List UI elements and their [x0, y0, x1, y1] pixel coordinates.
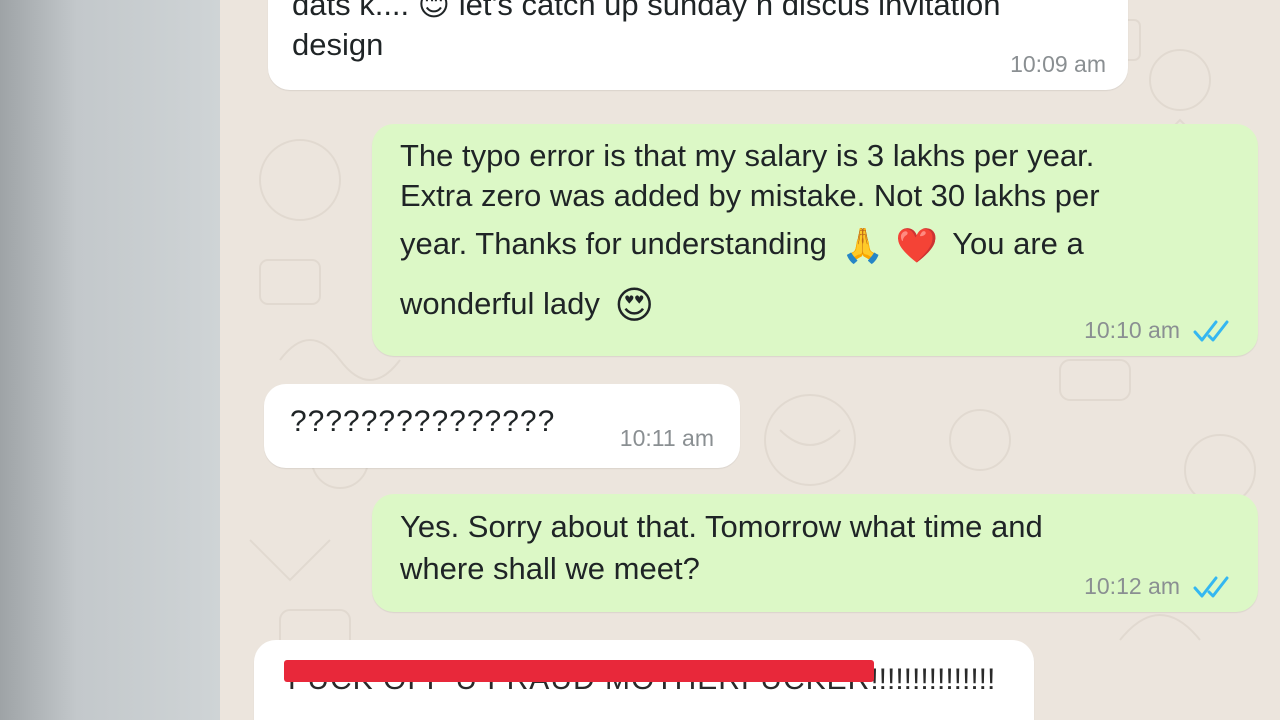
wallpaper-doodles: [249, 19, 1256, 661]
heart-eyes-emoji-icon: 😍: [614, 284, 655, 327]
message-text-line: dats k.... 😊 let's catch up sunday n dis…: [292, 0, 1001, 22]
incoming-message[interactable]: dats k.... 😊 let's catch up sunday n dis…: [268, 0, 1128, 90]
incoming-message[interactable]: FUCK OFF U FRAUD MOTHERFUCKER !!!!!!!!!!…: [254, 640, 1034, 720]
message-text-segment: You are a: [952, 226, 1084, 261]
pray-emoji-icon: 🙏: [841, 226, 884, 265]
heart-emoji-icon: ❤️: [895, 226, 939, 265]
outgoing-message[interactable]: Yes. Sorry about that. Tomorrow what tim…: [372, 494, 1258, 612]
backdrop: [0, 0, 220, 720]
chat-background: dats k.... 😊 let's catch up sunday n dis…: [220, 0, 1280, 720]
red-redaction-bar: [284, 660, 875, 682]
message-timestamp: 10:10 am: [1084, 317, 1180, 343]
message-text-line: The typo error is that my salary is 3 la…: [400, 138, 1095, 173]
incoming-message[interactable]: ??????????????? 10:11 am: [264, 384, 740, 468]
message-timestamp: 10:09 am: [1010, 51, 1106, 77]
double-check-icon: [1193, 576, 1229, 597]
message-text-line: design: [292, 26, 384, 62]
message-text-segment: !!!!!!!!!!!!!!!: [870, 663, 996, 696]
message-timestamp: 10:12 am: [1084, 573, 1180, 599]
message-text-segment: year. Thanks for understanding: [400, 226, 827, 261]
outgoing-message[interactable]: The typo error is that my salary is 3 la…: [372, 124, 1258, 356]
message-text-line: ???????????????: [290, 405, 556, 438]
double-check-icon: [1193, 320, 1229, 341]
message-text-line: Extra zero was added by mistake. Not 30 …: [400, 178, 1100, 213]
message-text-line: where shall we meet?: [400, 551, 700, 586]
message-text-segment: wonderful lady: [400, 285, 600, 321]
message-text-line: Yes. Sorry about that. Tomorrow what tim…: [400, 509, 1043, 544]
redacted-text: FUCK OFF U FRAUD MOTHERFUCKER: [284, 658, 875, 701]
message-timestamp: 10:11 am: [619, 425, 714, 451]
